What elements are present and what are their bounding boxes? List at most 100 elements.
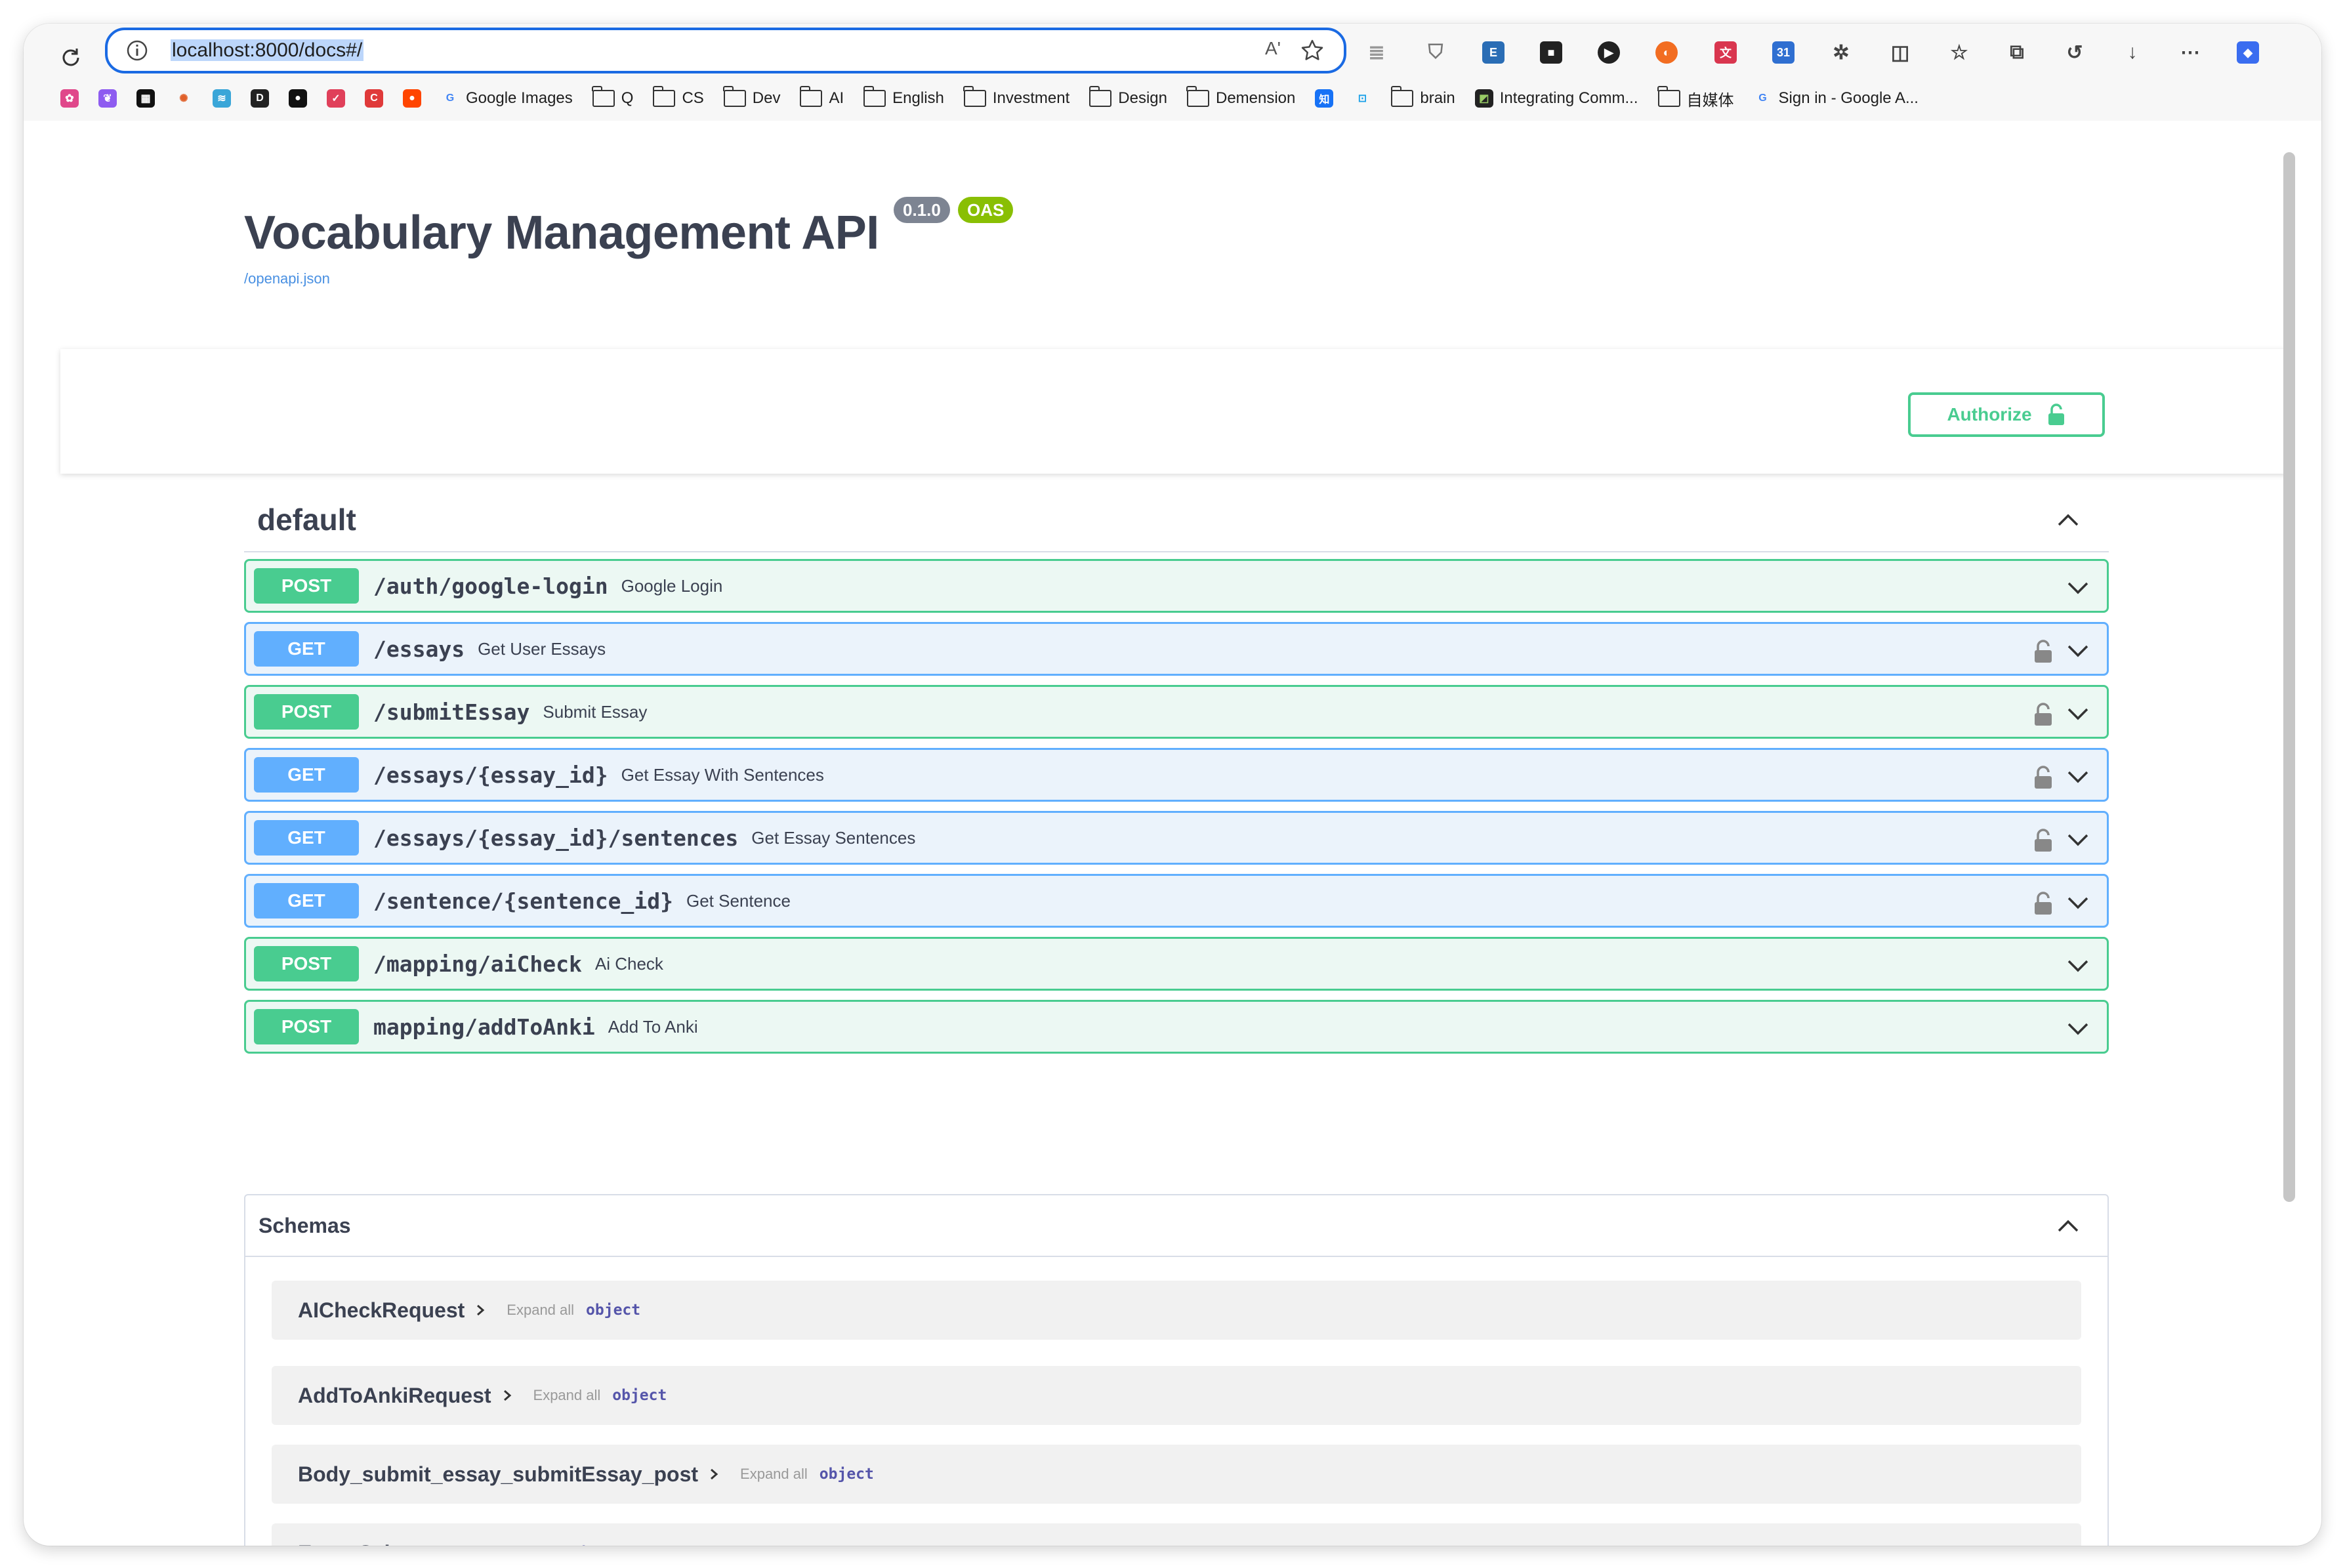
calendar-icon[interactable]: 31 bbox=[1769, 38, 1798, 67]
flower-icon[interactable]: ✿ bbox=[60, 89, 79, 108]
bookmark-item[interactable]: Investment bbox=[963, 86, 1069, 108]
bookmark-item[interactable]: CS bbox=[652, 86, 704, 108]
qr-icon[interactable]: ▦ bbox=[136, 89, 155, 108]
pocket-icon[interactable]: ✓ bbox=[327, 89, 345, 108]
lock-icon[interactable] bbox=[2032, 764, 2054, 791]
bookmark-item[interactable]: brain bbox=[1390, 86, 1455, 108]
lock-icon[interactable] bbox=[2032, 890, 2054, 917]
expand-all-link[interactable]: Expand all bbox=[507, 1302, 574, 1319]
authorize-button[interactable]: Authorize bbox=[1908, 392, 2105, 437]
operation-summary: Get Sentence bbox=[686, 890, 791, 911]
favorite-star-icon[interactable] bbox=[1300, 39, 1324, 62]
copilot-icon[interactable]: ◆ bbox=[2233, 38, 2262, 67]
reload-icon[interactable] bbox=[52, 39, 89, 76]
play-icon[interactable]: ▶ bbox=[1594, 38, 1623, 67]
operation-summary: Get Essay Sentences bbox=[751, 827, 916, 848]
bird-icon[interactable]: ≋ bbox=[213, 89, 231, 108]
operation-row[interactable]: POST/mapping/aiCheck Ai Check bbox=[244, 937, 2109, 991]
schema-row[interactable]: AICheckRequest Expand all object bbox=[272, 1281, 2081, 1340]
method-badge: GET bbox=[254, 757, 359, 793]
more-icon[interactable]: ⋯ bbox=[2176, 38, 2205, 67]
reddit-icon[interactable]: ● bbox=[403, 89, 421, 108]
schema-row[interactable]: AddToAnkiRequest Expand all object bbox=[272, 1366, 2081, 1425]
github-icon[interactable]: ● bbox=[289, 89, 307, 108]
bookmark-item[interactable]: Q bbox=[592, 86, 633, 108]
schemas-section: Schemas AICheckRequest Expand all object Ad… bbox=[244, 1194, 2109, 1546]
operation-row[interactable]: POST/auth/google-login Google Login bbox=[244, 559, 2109, 613]
orange-extension-icon[interactable]: ◐ bbox=[1652, 38, 1681, 67]
history-icon[interactable]: ↺ bbox=[2060, 38, 2089, 67]
reader-icon[interactable]: ≣ bbox=[1362, 38, 1391, 67]
operation-row[interactable]: POST/submitEssay Submit Essay bbox=[244, 685, 2109, 739]
bookmark-item[interactable]: G Google Images bbox=[441, 89, 573, 108]
chevron-up-icon[interactable] bbox=[2054, 1211, 2083, 1240]
chevron-right-icon[interactable] bbox=[501, 1389, 514, 1402]
chevron-down-icon[interactable] bbox=[2065, 763, 2091, 789]
c-icon[interactable]: C bbox=[365, 89, 383, 108]
chevron-right-icon[interactable] bbox=[474, 1304, 487, 1317]
operation-row[interactable]: GET/essays/{essay_id} Get Essay With Sent… bbox=[244, 748, 2109, 802]
chevron-down-icon[interactable] bbox=[2065, 574, 2091, 600]
zhihu-icon[interactable]: 知 bbox=[1315, 89, 1334, 108]
bookmark-item[interactable]: AI bbox=[799, 86, 844, 108]
schema-row[interactable]: Body_submit_essay_submitEssay_post Expand… bbox=[272, 1445, 2081, 1504]
split-screen-icon[interactable]: ◫ bbox=[1886, 38, 1915, 67]
vertical-scrollbar[interactable] bbox=[2283, 152, 2295, 1202]
chevron-down-icon[interactable] bbox=[2065, 826, 2091, 852]
bookmark-item[interactable]: Dev bbox=[723, 86, 780, 108]
bookmark-item[interactable]: English bbox=[863, 86, 944, 108]
bookmark-item[interactable]: G Sign in - Google A... bbox=[1754, 89, 1919, 108]
read-aloud-icon[interactable]: Aʹ bbox=[1265, 38, 1281, 59]
expand-all-link[interactable]: Expand all bbox=[740, 1466, 808, 1483]
operation-row[interactable]: GET/essays/{essay_id}/sentences Get Essay… bbox=[244, 811, 2109, 865]
download-icon[interactable]: ↓ bbox=[2118, 38, 2147, 67]
folder-icon bbox=[723, 86, 746, 107]
oas-badge: OAS 3.1 bbox=[958, 197, 1014, 246]
chevron-down-icon[interactable] bbox=[2065, 889, 2091, 915]
lock-icon[interactable] bbox=[2032, 638, 2054, 665]
schema-row[interactable]: EssaySchema Expand all object bbox=[272, 1523, 2081, 1546]
operation-row[interactable]: GET/sentence/{sentence_id} Get Sentence bbox=[244, 874, 2109, 928]
chevron-down-icon[interactable] bbox=[2065, 637, 2091, 663]
schemas-header[interactable]: Schemas bbox=[245, 1195, 2107, 1257]
openapi-link[interactable]: /openapi.json bbox=[244, 270, 879, 287]
bookmark-item[interactable]: Demension bbox=[1186, 86, 1295, 108]
lock-icon[interactable] bbox=[2032, 701, 2054, 728]
game-icon[interactable]: ■ bbox=[1537, 38, 1566, 67]
folder-icon bbox=[1186, 86, 1209, 107]
translate-icon[interactable]: 文 bbox=[1711, 38, 1740, 67]
chevron-right-icon[interactable] bbox=[707, 1468, 720, 1481]
site-info-icon[interactable] bbox=[126, 39, 148, 62]
e-extension-icon[interactable]: E bbox=[1479, 38, 1508, 67]
collections-icon[interactable]: ⧉ bbox=[2003, 38, 2031, 67]
sparkle-icon[interactable]: ✺ bbox=[175, 89, 193, 108]
tv-icon[interactable]: ⊡ bbox=[1353, 89, 1371, 108]
chevron-down-icon[interactable] bbox=[2065, 1015, 2091, 1041]
shield-icon[interactable]: ⛉ bbox=[1421, 38, 1450, 67]
feather-icon[interactable]: ❦ bbox=[98, 89, 117, 108]
expand-all-link[interactable]: Expand all bbox=[481, 1544, 549, 1546]
bookmark-item[interactable]: 自媒体 bbox=[1657, 86, 1734, 110]
lock-icon[interactable] bbox=[2032, 827, 2054, 854]
chevron-up-icon[interactable] bbox=[2054, 505, 2083, 534]
expand-all-link[interactable]: Expand all bbox=[533, 1387, 601, 1404]
operation-row[interactable]: POST mapping/addToAnki Add To Anki bbox=[244, 1000, 2109, 1054]
schema-name[interactable]: AICheckRequest bbox=[298, 1298, 465, 1323]
url-text[interactable]: localhost:8000/docs#/ bbox=[171, 37, 364, 64]
schema-name[interactable]: AddToAnkiRequest bbox=[298, 1384, 491, 1408]
bookmark-item[interactable]: Design bbox=[1089, 86, 1167, 108]
chevron-down-icon[interactable] bbox=[2065, 952, 2091, 978]
d-icon[interactable]: D bbox=[251, 89, 269, 108]
google-icon: G bbox=[446, 93, 455, 104]
schema-name[interactable]: Body_submit_essay_submitEssay_post bbox=[298, 1462, 698, 1487]
bookmark-item[interactable]: ◩ Integrating Comm... bbox=[1474, 89, 1638, 108]
operation-row[interactable]: GET/essays Get User Essays bbox=[244, 622, 2109, 676]
favorites-icon[interactable]: ☆ bbox=[1945, 38, 1974, 67]
chevron-down-icon[interactable] bbox=[2065, 700, 2091, 726]
tag-header[interactable]: default bbox=[244, 488, 2109, 552]
puzzle-icon[interactable]: ✲ bbox=[1827, 38, 1856, 67]
schemas-title: Schemas bbox=[259, 1213, 351, 1237]
address-bar[interactable]: localhost:8000/docs#/ Aʹ bbox=[105, 28, 1346, 73]
schema-name[interactable]: EssaySchema bbox=[298, 1541, 439, 1546]
bookmark-label: English bbox=[892, 89, 944, 107]
